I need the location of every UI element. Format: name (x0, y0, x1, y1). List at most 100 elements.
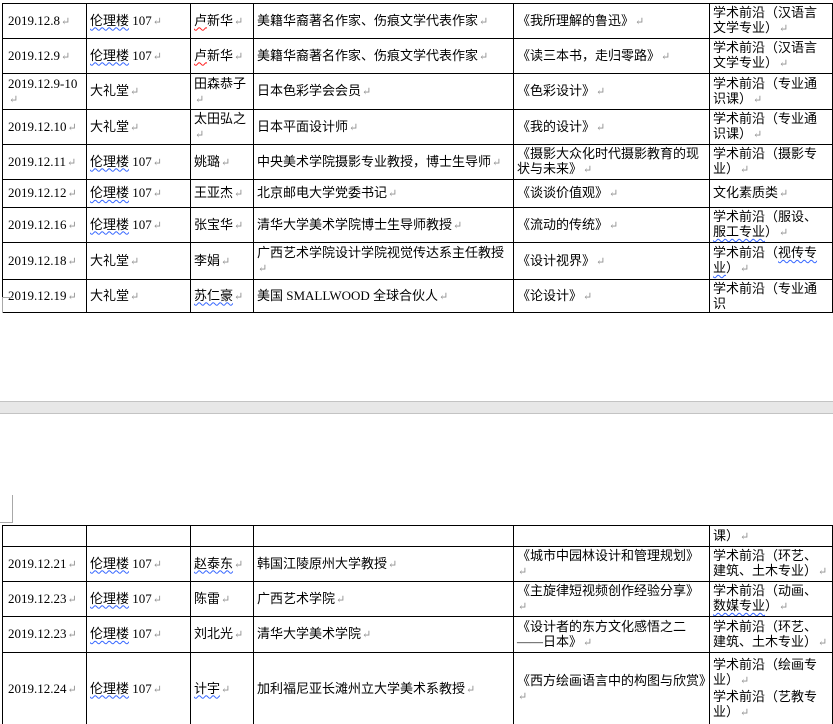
category-cell[interactable]: 学术前沿（绘画专业）↵学术前沿（艺教专业）↵ (710, 653, 833, 724)
category-cell[interactable]: 学术前沿（专业通识课）↵ (710, 110, 833, 145)
affiliation-cell[interactable]: 广西艺术学院设计学院视觉传达系主任教授↵ (254, 243, 514, 280)
paragraph-mark-icon: ↵ (152, 51, 162, 63)
topic-cell[interactable]: 《色彩设计》↵ (514, 74, 710, 110)
speaker-cell[interactable]: 苏仁豪↵ (191, 280, 254, 313)
date-cell[interactable]: 2019.12.21↵ (3, 547, 87, 582)
date-cell[interactable]: 2019.12.23↵ (3, 582, 87, 617)
topic-cell[interactable]: 《摄影大众化时代摄影教育的现状与未来》↵ (514, 145, 710, 180)
topic-cell[interactable]: 《流动的传统》↵ (514, 208, 710, 243)
venue-cell[interactable]: 伦理楼 107↵ (87, 582, 191, 617)
venue-cell[interactable]: 伦理楼 107↵ (87, 39, 191, 74)
topic-cell[interactable]: 《主旋律短视频创作经验分享》↵ (514, 582, 710, 617)
affiliation-cell[interactable]: 日本平面设计师↵ (254, 110, 514, 145)
speaker-cell[interactable]: 田森恭子↵ (191, 74, 254, 110)
affiliation-cell[interactable]: 加利福尼亚长滩州立大学美术系教授↵ (254, 653, 514, 724)
speaker-cell[interactable]: 张宝华↵ (191, 208, 254, 243)
affiliation-cell[interactable] (254, 526, 514, 547)
venue-cell[interactable]: 伦理楼 107↵ (87, 617, 191, 653)
paragraph-mark-icon: ↵ (491, 157, 501, 169)
venue-cell[interactable]: 大礼堂↵ (87, 280, 191, 313)
date-cell[interactable]: 2019.12.12↵ (3, 180, 87, 208)
category-cell[interactable]: 课）↵ (710, 526, 833, 547)
date-cell[interactable]: 2019.12.19↵ (3, 280, 87, 313)
paragraph-mark-icon: ↵ (129, 122, 139, 134)
venue-cell[interactable]: 大礼堂↵ (87, 243, 191, 280)
date-cell[interactable]: 2019.12.11↵ (3, 145, 87, 180)
paragraph-mark-icon: ↵ (465, 684, 475, 696)
affiliation-cell[interactable]: 中央美术学院摄影专业教授，博士生导师↵ (254, 145, 514, 180)
spellcheck-underline: 伦理楼 (90, 154, 129, 169)
date-cell[interactable]: 2019.12.24↵ (3, 653, 87, 724)
affiliation-cell[interactable]: 美籍华裔著名作家、伤痕文学代表作家↵ (254, 4, 514, 39)
table-body-page2: 课）↵2019.12.21↵伦理楼 107↵赵泰东↵韩国江陵原州大学教授↵《城市… (3, 526, 833, 724)
lecture-schedule-table-page2: 课）↵2019.12.21↵伦理楼 107↵赵泰东↵韩国江陵原州大学教授↵《城市… (2, 525, 833, 724)
venue-cell[interactable]: 伦理楼 107↵ (87, 547, 191, 582)
venue-cell[interactable]: 大礼堂↵ (87, 110, 191, 145)
table-row: 2019.12.8↵伦理楼 107↵卢新华↵美籍华裔著名作家、伤痕文学代表作家↵… (3, 4, 833, 39)
category-cell[interactable]: 文化素质类↵ (710, 180, 833, 208)
venue-cell[interactable]: 伦理楼 107↵ (87, 653, 191, 724)
affiliation-cell[interactable]: 广西艺术学院↵ (254, 582, 514, 617)
topic-cell[interactable]: 《设计视界》↵ (514, 243, 710, 280)
venue-cell[interactable]: 伦理楼 107↵ (87, 180, 191, 208)
speaker-cell[interactable]: 计宇↵ (191, 653, 254, 724)
date-cell[interactable]: 2019.12.9-10↵ (3, 74, 87, 110)
date-cell[interactable]: 2019.12.18↵ (3, 243, 87, 280)
affiliation-cell[interactable]: 韩国江陵原州大学教授↵ (254, 547, 514, 582)
category-cell[interactable]: 学术前沿（摄影专业）↵ (710, 145, 833, 180)
speaker-cell[interactable]: 赵泰东↵ (191, 547, 254, 582)
date-cell[interactable]: 2019.12.8↵ (3, 4, 87, 39)
speaker-cell[interactable]: 卢新华↵ (191, 4, 254, 39)
category-cell[interactable]: 学术前沿（汉语言文学专业）↵ (710, 39, 833, 74)
category-cell[interactable]: 学术前沿（动画、数媒专业）↵ (710, 582, 833, 617)
category-cell[interactable]: 学术前沿（专业通识课）↵ (710, 74, 833, 110)
affiliation-cell[interactable]: 北京邮电大学党委书记↵ (254, 180, 514, 208)
document-page[interactable]: 2019.12.8↵伦理楼 107↵卢新华↵美籍华裔著名作家、伤痕文学代表作家↵… (0, 0, 833, 724)
affiliation-cell[interactable]: 清华大学美术学院博士生导师教授↵ (254, 208, 514, 243)
topic-cell[interactable]: 《设计者的东方文化感悟之二——日本》↵ (514, 617, 710, 653)
speaker-cell[interactable]: 王亚杰↵ (191, 180, 254, 208)
date-cell[interactable] (3, 526, 87, 547)
date-cell[interactable]: 2019.12.16↵ (3, 208, 87, 243)
category-cell[interactable]: 学术前沿（环艺、建筑、土木专业）↵ (710, 547, 833, 582)
speaker-cell[interactable]: 卢新华↵ (191, 39, 254, 74)
category-cell[interactable]: 学术前沿（视传专业）↵ (710, 243, 833, 280)
date-cell[interactable]: 2019.12.9↵ (3, 39, 87, 74)
affiliation-cell[interactable]: 清华大学美术学院↵ (254, 617, 514, 653)
topic-cell[interactable]: 《我所理解的鲁迅》↵ (514, 4, 710, 39)
topic-cell[interactable]: 《我的设计》↵ (514, 110, 710, 145)
topic-cell[interactable]: 《论设计》↵ (514, 280, 710, 313)
paragraph-mark-icon: ↵ (817, 566, 827, 578)
speaker-cell[interactable]: 太田弘之↵ (191, 110, 254, 145)
affiliation-cell[interactable]: 日本色彩学会会员↵ (254, 74, 514, 110)
topic-cell[interactable]: 《西方绘画语言中的构图与欣赏》↵ (514, 653, 710, 724)
speaker-cell[interactable]: 刘北光↵ (191, 617, 254, 653)
venue-cell[interactable] (87, 526, 191, 547)
category-cell[interactable]: 学术前沿（专业通识 (710, 280, 833, 313)
venue-cell[interactable]: 伦理楼 107↵ (87, 4, 191, 39)
category-cell[interactable]: 学术前沿（环艺、建筑、土木专业）↵ (710, 617, 833, 653)
venue-cell[interactable]: 伦理楼 107↵ (87, 145, 191, 180)
spellcheck-underline: 伦理楼 (90, 626, 129, 641)
category-cell[interactable]: 学术前沿（汉语言文学专业）↵ (710, 4, 833, 39)
topic-cell[interactable]: 《读三本书，走归零路》↵ (514, 39, 710, 74)
date-cell[interactable]: 2019.12.23↵ (3, 617, 87, 653)
paragraph-mark-icon: ↵ (595, 122, 605, 134)
speaker-cell[interactable]: 姚璐↵ (191, 145, 254, 180)
speaker-cell[interactable]: 陈雷↵ (191, 582, 254, 617)
venue-cell[interactable]: 伦理楼 107↵ (87, 208, 191, 243)
date-cell[interactable]: 2019.12.10↵ (3, 110, 87, 145)
speaker-cell[interactable]: 李娟↵ (191, 243, 254, 280)
topic-cell[interactable]: 《城市中园林设计和管理规划》↵ (514, 547, 710, 582)
venue-cell[interactable]: 大礼堂↵ (87, 74, 191, 110)
affiliation-cell[interactable]: 美国 SMALLWOOD 全球合伙人↵ (254, 280, 514, 313)
lecture-schedule-table-page1: 2019.12.8↵伦理楼 107↵卢新华↵美籍华裔著名作家、伤痕文学代表作家↵… (2, 3, 833, 313)
text-boundary-corner-bottom-left (2, 297, 13, 313)
topic-cell[interactable]: 《谈谈价值观》↵ (514, 180, 710, 208)
category-cell[interactable]: 学术前沿（服设、服工专业）↵ (710, 208, 833, 243)
topic-cell[interactable] (514, 526, 710, 547)
affiliation-cell[interactable]: 美籍华裔著名作家、伤痕文学代表作家↵ (254, 39, 514, 74)
paragraph-mark-icon: ↵ (233, 291, 243, 303)
paragraph-mark-icon: ↵ (233, 16, 243, 28)
speaker-cell[interactable] (191, 526, 254, 547)
